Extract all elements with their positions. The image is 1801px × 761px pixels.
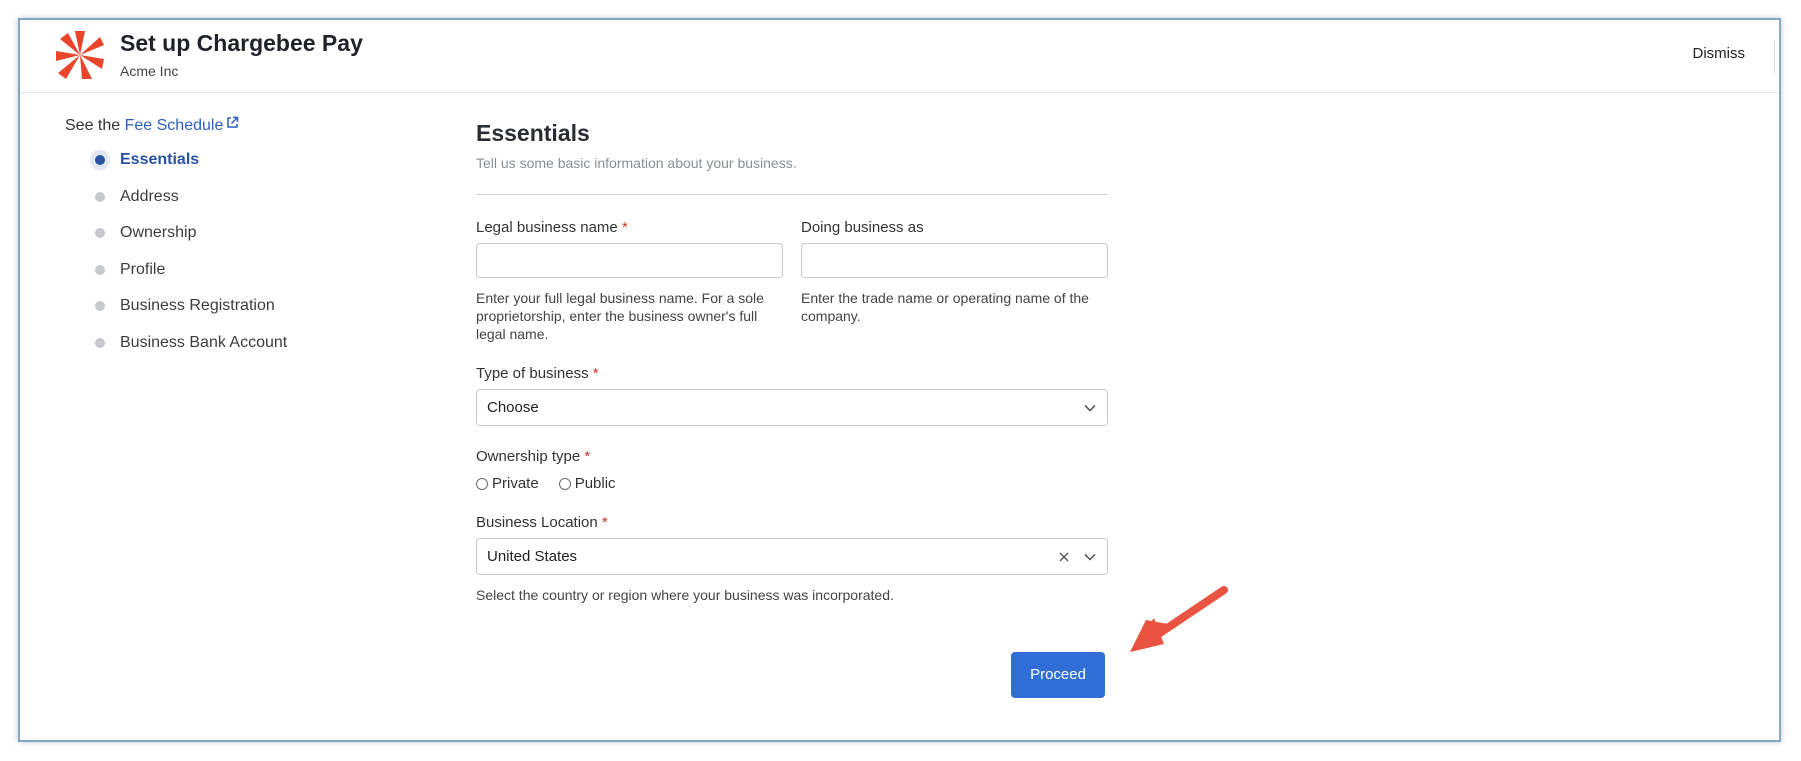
dba-label: Doing business as <box>801 219 924 236</box>
legal-name-help: Enter your full legal business name. For… <box>476 290 764 342</box>
location-help: Select the country or region where your … <box>476 587 894 603</box>
location-value: United States <box>487 548 578 565</box>
legal-name-group: Legal business name * Enter your full le… <box>476 219 783 343</box>
clear-icon[interactable] <box>1057 550 1071 564</box>
step-profile[interactable]: Profile <box>90 260 287 297</box>
legal-name-input[interactable] <box>476 243 783 278</box>
step-business-bank-account[interactable]: Business Bank Account <box>90 333 287 370</box>
section-title: Essentials <box>476 120 590 146</box>
active-step-indicator <box>90 150 110 170</box>
chevron-down-icon[interactable] <box>1083 550 1097 564</box>
dba-group: Doing business as Enter the trade name o… <box>801 219 1108 343</box>
location-label: Business Location * <box>476 514 608 531</box>
page-title: Set up Chargebee Pay <box>120 30 363 56</box>
step-ownership[interactable]: Ownership <box>90 223 287 260</box>
step-essentials[interactable]: Essentials <box>90 150 287 187</box>
step-address[interactable]: Address <box>90 187 287 224</box>
business-type-value: Choose <box>487 399 539 416</box>
step-indicator <box>95 337 105 348</box>
business-type-group: Type of business * Choose <box>476 365 1108 426</box>
location-select[interactable]: United States <box>476 538 1108 575</box>
radio-circle[interactable] <box>476 477 488 490</box>
chevron-down-icon <box>1084 405 1096 412</box>
header-divider <box>1774 40 1775 74</box>
step-indicator <box>95 301 105 312</box>
proceed-button[interactable]: Proceed <box>1011 652 1105 698</box>
account-name: Acme Inc <box>120 63 179 79</box>
radio-circle[interactable] <box>558 477 571 490</box>
external-link-icon <box>226 116 239 132</box>
fee-schedule-note: See the Fee Schedule <box>65 116 239 135</box>
dba-input[interactable] <box>801 243 1108 278</box>
section-description: Tell us some basic information about you… <box>476 155 797 171</box>
fee-schedule-link[interactable]: Fee Schedule <box>125 116 240 134</box>
dismiss-button[interactable]: Dismiss <box>1693 45 1746 62</box>
location-group: Business Location * United States Select… <box>476 514 1108 604</box>
dba-help: Enter the trade name or operating name o… <box>801 290 1089 324</box>
ownership-public-radio[interactable]: Public <box>558 475 616 492</box>
ownership-radios: Private Public <box>476 475 1108 492</box>
legal-name-label: Legal business name * <box>476 219 628 236</box>
ownership-private-radio[interactable]: Private <box>476 475 539 492</box>
ownership-label: Ownership type * <box>476 448 591 465</box>
step-business-registration[interactable]: Business Registration <box>90 296 287 333</box>
section-divider <box>476 194 1108 195</box>
name-row: Legal business name * Enter your full le… <box>476 219 1108 343</box>
business-type-select[interactable]: Choose <box>476 389 1108 426</box>
step-indicator <box>95 264 105 275</box>
step-indicator <box>95 191 105 202</box>
chargebee-logo <box>56 31 104 79</box>
step-list: Essentials Address Ownership Profile Bus… <box>90 150 287 370</box>
header: Set up Chargebee Pay Acme Inc Dismiss <box>20 20 1779 93</box>
annotation-arrow-icon <box>1130 586 1228 652</box>
business-type-label: Type of business * <box>476 365 599 382</box>
app-window: Set up Chargebee Pay Acme Inc Dismiss Se… <box>18 18 1781 742</box>
step-indicator <box>95 228 105 239</box>
fee-prefix: See the <box>65 117 121 134</box>
ownership-group: Ownership type * Private Public <box>476 448 1108 492</box>
essentials-form: Essentials Tell us some basic informatio… <box>476 120 1108 604</box>
